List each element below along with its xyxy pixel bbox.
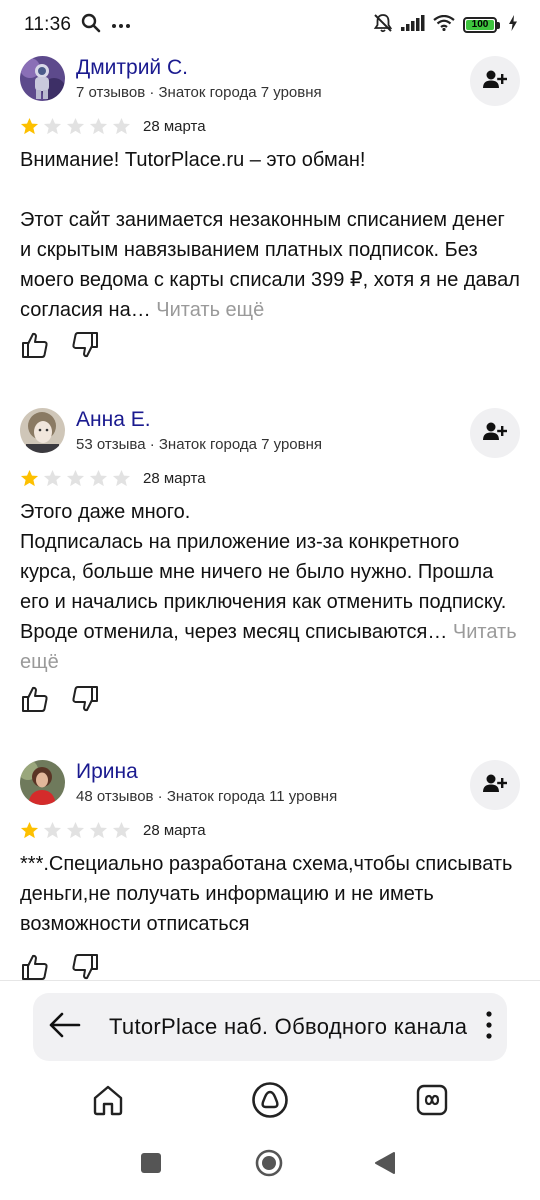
reviewer-name[interactable]: Дмитрий С.	[76, 56, 188, 80]
thumb-down-icon[interactable]	[70, 684, 100, 714]
avatar[interactable]	[20, 56, 65, 101]
tabs-button[interactable]	[410, 1080, 454, 1124]
home-circle-icon	[255, 1149, 283, 1182]
recents-button[interactable]	[134, 1148, 168, 1182]
alice-button[interactable]	[248, 1080, 292, 1124]
bottom-navigation	[0, 1078, 540, 1128]
subscribe-button[interactable]	[470, 408, 520, 458]
home-button[interactable]	[86, 1080, 130, 1124]
star-icon	[112, 117, 131, 134]
review-card: Анна Е. 53 отзыва · Знаток города 7 уров…	[0, 402, 540, 754]
review-date: 28 марта	[143, 117, 206, 135]
rating-row: 28 марта	[20, 467, 520, 489]
signal-icon	[401, 14, 425, 36]
review-card: Дмитрий С. 7 отзывов · Знаток города 7 у…	[0, 50, 540, 402]
back-arrow-icon	[49, 1012, 81, 1043]
review-body: Этого даже много. Подписалась на приложе…	[20, 501, 507, 643]
star-icon	[89, 117, 108, 134]
review-reactions	[20, 684, 100, 714]
battery-icon: 100	[463, 17, 500, 33]
add-friend-icon	[483, 69, 508, 94]
divider	[0, 980, 540, 981]
wifi-icon	[433, 14, 455, 36]
thumb-down-icon[interactable]	[70, 952, 100, 980]
add-friend-icon	[483, 773, 508, 798]
address-bar[interactable]: TutorPlace наб. Обводного канала	[33, 993, 507, 1061]
read-more-link[interactable]: Читать ещё	[156, 299, 264, 321]
rating-stars	[20, 117, 131, 136]
thumb-down-icon[interactable]	[70, 330, 100, 360]
recents-icon	[140, 1152, 162, 1179]
review-date: 28 марта	[143, 821, 206, 839]
subscribe-button[interactable]	[470, 56, 520, 106]
star-icon	[20, 117, 39, 134]
thumb-up-icon[interactable]	[20, 952, 50, 980]
review-body: ***.Специально разработана схема,чтобы с…	[20, 853, 513, 935]
home-icon	[91, 1083, 125, 1122]
avatar[interactable]	[20, 760, 65, 805]
reviewer-name[interactable]: Ирина	[76, 760, 138, 784]
review-card: Ирина 48 отзывов · Знаток города 11 уров…	[0, 754, 540, 980]
star-icon	[20, 469, 39, 486]
rating-stars	[20, 821, 131, 840]
reviewer-name[interactable]: Анна Е.	[76, 408, 151, 432]
search-icon	[81, 13, 101, 38]
system-home-button[interactable]	[252, 1148, 286, 1182]
reviewer-meta: 53 отзыва · Знаток города 7 уровня	[76, 436, 322, 453]
review-body: Внимание! TutorPlace.ru – это обман! Это…	[20, 149, 520, 321]
star-icon	[66, 117, 85, 134]
page-title[interactable]: TutorPlace наб. Обводного канала	[97, 1014, 471, 1040]
system-navigation	[0, 1140, 540, 1190]
review-text: Этого даже много. Подписалась на приложе…	[20, 497, 520, 677]
more-dots-icon	[111, 16, 131, 34]
avatar[interactable]	[20, 408, 65, 453]
reviewer-meta: 7 отзывов · Знаток города 7 уровня	[76, 84, 322, 101]
subscribe-button[interactable]	[470, 760, 520, 810]
thumb-up-icon[interactable]	[20, 684, 50, 714]
status-bar: 11:36 100	[0, 0, 540, 50]
add-friend-icon	[483, 421, 508, 446]
review-text: Внимание! TutorPlace.ru – это обман! Это…	[20, 145, 520, 325]
rating-row: 28 марта	[20, 819, 520, 841]
star-icon	[66, 821, 85, 838]
battery-level: 100	[466, 20, 494, 30]
rating-stars	[20, 469, 131, 488]
star-icon	[43, 117, 62, 134]
menu-button[interactable]	[471, 993, 507, 1061]
review-text: ***.Специально разработана схема,чтобы с…	[20, 849, 520, 939]
reviewer-meta: 48 отзывов · Знаток города 11 уровня	[76, 788, 338, 805]
system-back-button[interactable]	[368, 1148, 402, 1182]
alice-icon	[251, 1081, 289, 1124]
back-triangle-icon	[374, 1151, 396, 1180]
rating-row: 28 марта	[20, 115, 520, 137]
review-reactions	[20, 330, 100, 360]
star-icon	[43, 821, 62, 838]
star-icon	[112, 821, 131, 838]
charging-icon	[508, 14, 518, 36]
star-icon	[112, 469, 131, 486]
review-date: 28 марта	[143, 469, 206, 487]
reviews-list[interactable]: Дмитрий С. 7 отзывов · Знаток города 7 у…	[0, 50, 540, 980]
star-icon	[43, 469, 62, 486]
mute-icon	[373, 13, 393, 38]
tabs-icon	[415, 1083, 449, 1122]
thumb-up-icon[interactable]	[20, 330, 50, 360]
review-reactions	[20, 952, 100, 980]
status-time: 11:36	[24, 14, 72, 35]
star-icon	[89, 469, 108, 486]
star-icon	[20, 821, 39, 838]
back-button[interactable]	[33, 993, 97, 1061]
star-icon	[66, 469, 85, 486]
kebab-menu-icon	[486, 1010, 492, 1044]
star-icon	[89, 821, 108, 838]
